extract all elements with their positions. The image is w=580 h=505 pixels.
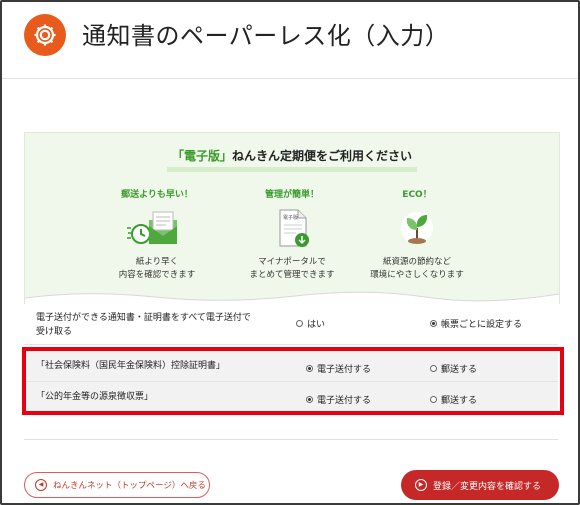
confirm-button[interactable]: ▶ 登録／変更内容を確認する <box>401 470 559 500</box>
radio-button[interactable] <box>430 320 437 327</box>
promo-heading: 「電子版」ねんきん定期便をご利用ください <box>25 147 559 172</box>
chevron-right-icon: ▶ <box>415 479 427 491</box>
option-per-document[interactable]: 帳票ごとに設定する <box>430 317 522 330</box>
confirm-button-label: 登録／変更内容を確認する <box>433 481 542 492</box>
feature-desc-line: 環境にやさしくなります <box>370 270 464 280</box>
page-frame: 通知書のペーパーレス化（入力） 「電子版」ねんきん定期便をご利用ください 郵送よ… <box>0 0 580 505</box>
promo-heading-underline <box>167 167 417 172</box>
document-download-icon: 電子版 <box>262 206 322 250</box>
option-yes[interactable]: はい <box>296 317 325 330</box>
chevron-left-icon: ◀ <box>35 479 47 491</box>
page-title: 通知書のペーパーレス化（入力） <box>82 22 450 50</box>
footer-divider <box>24 439 558 440</box>
document-label: 電子版 <box>283 214 298 221</box>
envelope-clock-icon <box>127 206 187 250</box>
promo-banner: 「電子版」ねんきん定期便をご利用ください 郵送よりも早い！ 紙より早く 内容を確… <box>24 132 560 304</box>
highlight-annotation <box>22 347 564 415</box>
setting-row-label-line: 受け取る <box>36 327 73 337</box>
option-label: 帳票ごとに設定する <box>441 320 523 330</box>
feature-eco: ECO！ 紙資源の節約など 環境にやさしくなります <box>337 187 497 282</box>
setting-row-all-electronic: 電子送付ができる通知書・証明書をすべて電子送付で 受け取る はい 帳票ごとに設定… <box>24 304 558 345</box>
back-button-label: ねんきんネット（トップページ）へ戻る <box>53 481 206 491</box>
header-divider <box>2 78 578 79</box>
promo-heading-highlight: 「電子版」 <box>171 149 232 163</box>
setting-row-label-line: 電子送付ができる通知書・証明書をすべて電子送付で <box>36 313 251 323</box>
feature-title: ECO！ <box>402 190 432 200</box>
setting-row-label: 電子送付ができる通知書・証明書をすべて電子送付で 受け取る <box>36 311 251 339</box>
feature-desc-line: 紙資源の節約など <box>382 257 451 267</box>
back-to-top-button[interactable]: ◀ ねんきんネット（トップページ）へ戻る <box>24 472 210 498</box>
radio-button[interactable] <box>296 320 303 327</box>
promo-wave-divider <box>25 291 559 304</box>
gear-icon <box>24 14 66 56</box>
sprout-icon <box>387 206 447 250</box>
promo-heading-text: ねんきん定期便をご利用ください <box>232 149 413 163</box>
option-label: はい <box>307 320 326 330</box>
feature-desc: 紙資源の節約など 環境にやさしくなります <box>337 256 497 282</box>
